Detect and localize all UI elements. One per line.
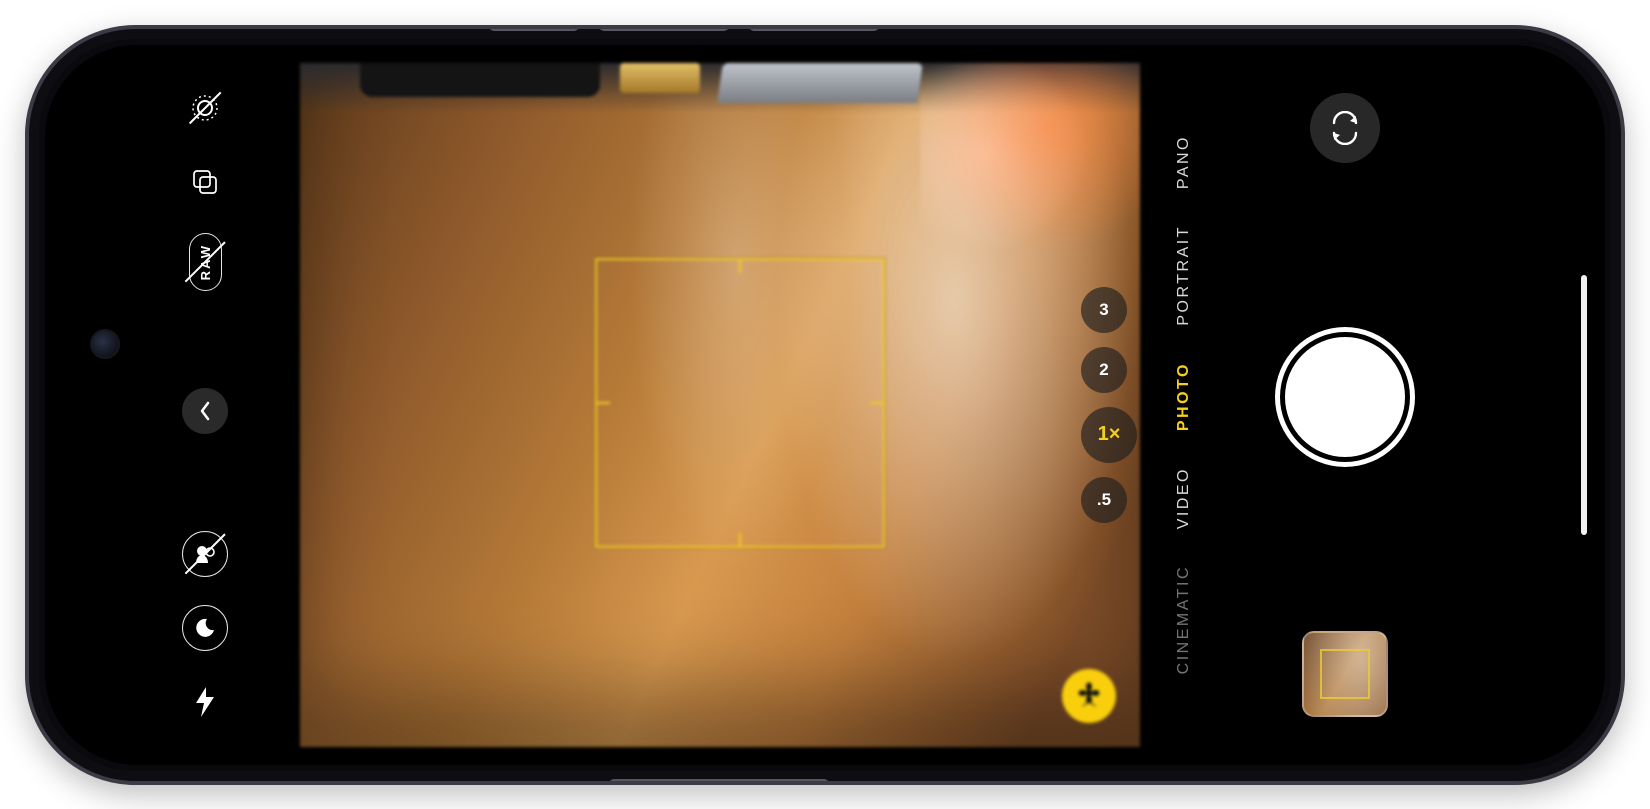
flash-button[interactable] bbox=[182, 679, 228, 725]
mode-video[interactable]: VIDEO bbox=[1175, 463, 1231, 533]
zoom-0-5x[interactable]: .5 bbox=[1081, 477, 1127, 523]
scene-object bbox=[717, 63, 923, 103]
scene-object bbox=[620, 63, 700, 93]
zoom-1x[interactable]: 1× bbox=[1081, 407, 1137, 463]
live-photo-toggle[interactable] bbox=[182, 85, 228, 131]
focus-tick bbox=[596, 402, 610, 404]
photographic-styles-button[interactable] bbox=[182, 159, 228, 205]
scene-reflection bbox=[920, 63, 1140, 283]
focus-tick bbox=[739, 259, 741, 273]
chevron-left-icon bbox=[197, 400, 213, 422]
left-controls: RAW bbox=[165, 85, 245, 725]
raw-toggle[interactable]: RAW bbox=[189, 233, 222, 291]
right-controls bbox=[1275, 93, 1415, 717]
iphone-frame: RAW bbox=[25, 25, 1625, 785]
zoom-2x[interactable]: 2 bbox=[1081, 347, 1127, 393]
front-camera bbox=[90, 329, 120, 359]
mode-portrait[interactable]: PORTRAIT bbox=[1175, 221, 1231, 330]
night-mode-button[interactable] bbox=[182, 605, 228, 651]
focus-indicator[interactable] bbox=[595, 258, 885, 548]
screen: RAW bbox=[45, 45, 1605, 765]
shutter-button[interactable] bbox=[1285, 337, 1405, 457]
zoom-controls: 3 2 1× .5 bbox=[1081, 287, 1137, 523]
zoom-3x[interactable]: 3 bbox=[1081, 287, 1127, 333]
macro-mode-button[interactable] bbox=[1062, 669, 1116, 723]
mode-selector[interactable]: CINEMATIC VIDEO PHOTO PORTRAIT PANO bbox=[1175, 81, 1231, 729]
last-photo-thumbnail[interactable] bbox=[1302, 631, 1388, 717]
night-mode-icon bbox=[193, 616, 217, 640]
home-indicator[interactable] bbox=[1581, 275, 1587, 535]
viewfinder[interactable] bbox=[300, 63, 1140, 747]
scene-object bbox=[360, 63, 600, 97]
focus-tick bbox=[739, 533, 741, 547]
hardware-button bbox=[749, 25, 879, 31]
mode-photo[interactable]: PHOTO bbox=[1175, 358, 1231, 435]
back-button[interactable] bbox=[182, 388, 228, 434]
mode-cinematic[interactable]: CINEMATIC bbox=[1175, 561, 1231, 678]
flash-auto-icon bbox=[192, 685, 218, 719]
photographic-styles-icon bbox=[188, 165, 222, 199]
mode-pano[interactable]: PANO bbox=[1175, 131, 1231, 193]
flip-camera-button[interactable] bbox=[1310, 93, 1380, 163]
depth-toggle[interactable] bbox=[182, 531, 228, 577]
hardware-button bbox=[489, 25, 579, 31]
flip-camera-icon bbox=[1328, 111, 1362, 145]
focus-tick bbox=[870, 402, 884, 404]
dynamic-island bbox=[75, 305, 135, 505]
hardware-button bbox=[599, 25, 729, 31]
flower-icon bbox=[1075, 682, 1103, 710]
hardware-button bbox=[609, 779, 829, 785]
